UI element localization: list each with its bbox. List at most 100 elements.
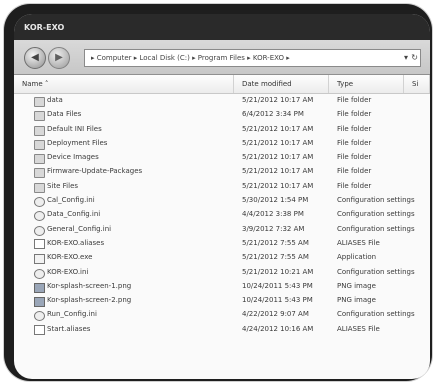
file-name: Device Images — [47, 153, 99, 162]
file-date: 3/9/2012 7:32 AM — [242, 224, 305, 233]
file-type: File folder — [337, 138, 372, 147]
folder-icon — [34, 182, 45, 193]
config-file-icon — [34, 225, 45, 236]
file-date: 5/21/2012 10:17 AM — [242, 181, 314, 190]
file-date: 5/21/2012 7:55 AM — [242, 238, 309, 247]
file-type: File folder — [337, 181, 372, 190]
file-row[interactable]: Device Images 5/21/2012 10:17 AM File fold… — [14, 151, 430, 165]
application-icon — [34, 254, 45, 265]
image-file-icon — [34, 282, 45, 293]
breadcrumb[interactable]: ▸ Computer ▸ Local Disk (C:) ▸ Program F… — [91, 50, 290, 66]
file-name: General_Config.ini — [47, 224, 112, 233]
file-date: 5/21/2012 10:17 AM — [242, 167, 314, 176]
folder-icon — [34, 139, 45, 150]
folder-icon — [34, 168, 45, 179]
file-date: 5/21/2012 10:21 AM — [242, 267, 314, 276]
column-header-type[interactable]: Type — [329, 75, 404, 93]
file-name: Firmware-Update-Packages — [47, 167, 143, 176]
file-date: 5/21/2012 10:17 AM — [242, 138, 314, 147]
dropdown-arrow-icon[interactable]: ▾ — [404, 50, 408, 66]
file-name: KOR-EXO.exe — [47, 253, 93, 262]
file-icon — [34, 238, 45, 249]
file-date: 5/21/2012 7:55 AM — [242, 253, 309, 262]
file-date: 4/4/2012 3:38 PM — [242, 210, 304, 219]
file-row[interactable]: KOR-EXO.ini 5/21/2012 10:21 AM Configurati… — [14, 266, 430, 280]
config-file-icon — [34, 211, 45, 222]
column-header-date-modified[interactable]: Date modified — [234, 75, 329, 93]
file-type: ALIASES File — [337, 324, 380, 333]
sort-arrow-icon: ˄ — [44, 80, 49, 88]
file-name: Kor-splash-screen-2.png — [47, 296, 132, 305]
file-row[interactable]: Data_Config.ini 4/4/2012 3:38 PM Configura… — [14, 208, 430, 222]
file-name: Default INI Files — [47, 124, 102, 133]
file-row[interactable]: Cal_Config.ini 5/30/2012 1:54 PM Configura… — [14, 194, 430, 208]
folder-icon — [34, 154, 45, 165]
file-name: Run_Config.ini — [47, 310, 97, 319]
file-row[interactable]: Site Files 5/21/2012 10:17 AM File folder — [14, 180, 430, 194]
column-header-name[interactable]: Name ˄ — [14, 75, 234, 93]
window-frame: KOR-EXO ◀ ▶ ▸ Computer ▸ Local Disk (C:)… — [4, 4, 432, 381]
file-type: File folder — [337, 153, 372, 162]
config-file-icon — [34, 197, 45, 208]
file-name: KOR-EXO.aliases — [47, 238, 105, 247]
image-file-icon — [34, 297, 45, 308]
folder-icon — [34, 125, 45, 136]
file-icon — [34, 324, 45, 335]
forward-button[interactable]: ▶ — [48, 47, 70, 69]
file-row[interactable]: KOR-EXO.exe 5/21/2012 7:55 AM Application — [14, 251, 430, 265]
file-name: data — [47, 96, 63, 104]
title-bar: KOR-EXO — [14, 14, 430, 40]
file-row[interactable]: Kor-splash-screen-2.png 10/24/2011 5:43 P… — [14, 294, 430, 308]
back-button[interactable]: ◀ — [24, 47, 46, 69]
file-date: 6/4/2012 3:34 PM — [242, 110, 304, 119]
file-name: Start.aliases — [47, 324, 91, 333]
file-row[interactable]: Firmware-Update-Packages 5/21/2012 10:17 … — [14, 165, 430, 179]
file-type: Configuration settings — [337, 196, 415, 205]
file-type: Application — [337, 253, 377, 262]
file-date: 10/24/2011 5:43 PM — [242, 281, 313, 290]
file-row[interactable]: Data Files 6/4/2012 3:34 PM File folder — [14, 108, 430, 122]
file-row[interactable]: Deployment Files 5/21/2012 10:17 AM File f… — [14, 137, 430, 151]
file-type: File folder — [337, 167, 372, 176]
file-type: Configuration settings — [337, 224, 415, 233]
file-type: Configuration settings — [337, 267, 415, 276]
folder-icon — [34, 97, 45, 107]
file-date: 4/22/2012 9:07 AM — [242, 310, 309, 319]
file-type: PNG image — [337, 281, 376, 290]
file-name: Site Files — [47, 181, 79, 190]
file-date: 4/24/2012 10:16 AM — [242, 324, 314, 333]
file-date: 10/24/2011 5:43 PM — [242, 296, 313, 305]
file-list: data 5/21/2012 10:17 AM File folder Data F… — [14, 94, 430, 337]
config-file-icon — [34, 268, 45, 279]
refresh-icon[interactable]: ↻ — [411, 50, 418, 66]
file-name: Data_Config.ini — [47, 210, 101, 219]
column-headers: Name ˄ Date modified Type Si — [14, 75, 430, 94]
file-row[interactable]: Kor-splash-screen-1.png 10/24/2011 5:43 P… — [14, 280, 430, 294]
file-row[interactable]: KOR-EXO.aliases 5/21/2012 7:55 AM ALIASES … — [14, 237, 430, 251]
file-row[interactable]: General_Config.ini 3/9/2012 7:32 AM Config… — [14, 223, 430, 237]
file-type: PNG image — [337, 296, 376, 305]
file-row[interactable]: Run_Config.ini 4/22/2012 9:07 AM Configura… — [14, 308, 430, 322]
file-type: File folder — [337, 110, 372, 119]
file-name: KOR-EXO.ini — [47, 267, 89, 276]
file-type: ALIASES File — [337, 238, 380, 247]
file-date: 5/21/2012 10:17 AM — [242, 153, 314, 162]
file-date: 5/30/2012 1:54 PM — [242, 196, 309, 205]
file-row[interactable]: data 5/21/2012 10:17 AM File folder — [14, 94, 430, 108]
file-type: File folder — [337, 96, 372, 104]
file-row[interactable]: Default INI Files 5/21/2012 10:17 AM File … — [14, 123, 430, 137]
file-date: 5/21/2012 10:17 AM — [242, 96, 314, 104]
navigation-bar: ◀ ▶ ▸ Computer ▸ Local Disk (C:) ▸ Progr… — [14, 40, 430, 75]
address-bar[interactable]: ▸ Computer ▸ Local Disk (C:) ▸ Program F… — [84, 49, 421, 67]
window-title: KOR-EXO — [24, 23, 65, 32]
file-row[interactable]: Start.aliases 4/24/2012 10:16 AM ALIASES F… — [14, 323, 430, 337]
forward-arrow-icon: ▶ — [55, 52, 63, 63]
file-name: Kor-splash-screen-1.png — [47, 281, 132, 290]
file-type: Configuration settings — [337, 310, 415, 319]
file-name: Cal_Config.ini — [47, 196, 95, 205]
file-name: Deployment Files — [47, 138, 108, 147]
back-arrow-icon: ◀ — [31, 52, 39, 63]
explorer-window: KOR-EXO ◀ ▶ ▸ Computer ▸ Local Disk (C:)… — [14, 14, 430, 379]
file-date: 5/21/2012 10:17 AM — [242, 124, 314, 133]
column-header-size[interactable]: Si — [404, 75, 430, 93]
